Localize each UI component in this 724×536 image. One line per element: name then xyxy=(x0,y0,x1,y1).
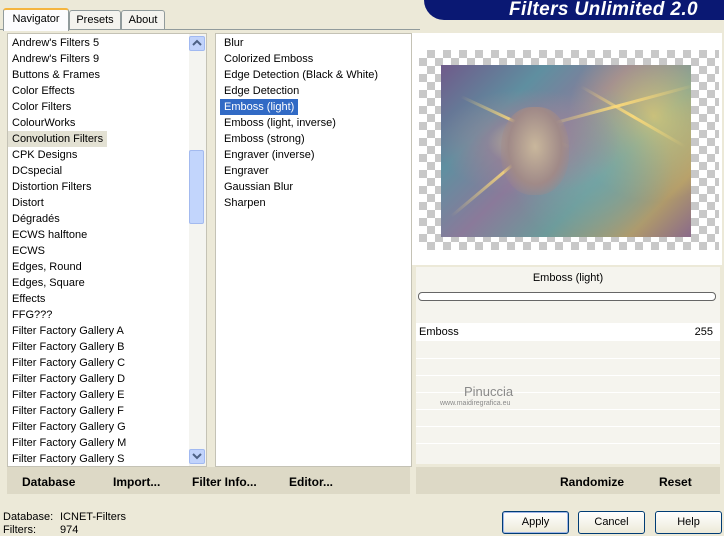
left-toolbar: Database Import... Filter Info... Editor… xyxy=(7,467,410,494)
category-item[interactable]: Filter Factory Gallery C xyxy=(8,355,129,371)
category-item[interactable]: Dégradés xyxy=(8,211,64,227)
randomize-button[interactable]: Randomize xyxy=(560,475,624,489)
category-item[interactable]: FFG??? xyxy=(8,307,56,323)
progress-slider xyxy=(418,292,716,301)
reset-button[interactable]: Reset xyxy=(659,475,692,489)
filter-item[interactable]: Engraver (inverse) xyxy=(220,147,318,163)
filter-item[interactable]: Engraver xyxy=(220,163,273,179)
face-image xyxy=(501,107,569,195)
status-database-value: ICNET-Filters xyxy=(60,511,126,523)
filter-info-button[interactable]: Filter Info... xyxy=(192,475,257,489)
category-item[interactable]: Buttons & Frames xyxy=(8,67,104,83)
title-banner: Filters Unlimited 2.0 xyxy=(424,0,724,20)
parameter-label: Emboss xyxy=(419,326,459,338)
category-item[interactable]: Filter Factory Gallery S xyxy=(8,451,128,466)
cancel-button[interactable]: Cancel xyxy=(578,511,645,534)
filter-item[interactable]: Blur xyxy=(220,35,248,51)
chevron-down-icon xyxy=(192,453,202,460)
filter-name: Emboss (light) xyxy=(532,272,604,284)
filter-item[interactable]: Emboss (light, inverse) xyxy=(220,115,340,131)
category-item[interactable]: Filter Factory Gallery A xyxy=(8,323,128,339)
category-item[interactable]: Filter Factory Gallery B xyxy=(8,339,128,355)
category-item[interactable]: Andrew's Filters 9 xyxy=(8,51,103,67)
filter-item[interactable]: Sharpen xyxy=(220,195,270,211)
help-button[interactable]: Help xyxy=(655,511,722,534)
category-item[interactable]: Color Filters xyxy=(8,99,75,115)
database-button[interactable]: Database xyxy=(22,475,75,489)
preview-image xyxy=(441,65,691,237)
category-item[interactable]: Filter Factory Gallery E xyxy=(8,387,128,403)
category-item[interactable]: Effects xyxy=(8,291,49,307)
category-item[interactable]: Filter Factory Gallery G xyxy=(8,419,130,435)
scroll-down-button[interactable] xyxy=(189,449,205,464)
filter-item[interactable]: Emboss (light) xyxy=(220,99,299,115)
category-item[interactable]: Distortion Filters xyxy=(8,179,95,195)
scroll-up-button[interactable] xyxy=(189,36,205,51)
app-title: Filters Unlimited 2.0 xyxy=(509,0,698,20)
watermark-url: www.maidiregrafica.eu xyxy=(440,400,511,407)
right-toolbar: Randomize Reset xyxy=(416,467,720,494)
chevron-up-icon xyxy=(192,39,202,46)
category-item[interactable]: Convolution Filters xyxy=(8,131,108,147)
parameter-row-emboss[interactable]: Emboss 255 xyxy=(416,324,720,341)
filter-list[interactable]: Blur Colorized Emboss Edge Detection (Blac… xyxy=(215,33,412,467)
category-item[interactable]: Filter Factory Gallery F xyxy=(8,403,128,419)
category-item[interactable]: CPK Designs xyxy=(8,147,81,163)
category-item[interactable]: ECWS xyxy=(8,243,49,259)
category-item[interactable]: Edges, Square xyxy=(8,275,89,291)
category-item[interactable]: Edges, Round xyxy=(8,259,86,275)
preview-checker xyxy=(419,50,719,250)
status-filters-label: Filters: xyxy=(3,524,36,536)
category-item[interactable]: Color Effects xyxy=(8,83,79,99)
category-item[interactable]: ColourWorks xyxy=(8,115,79,131)
category-item[interactable]: ECWS halftone xyxy=(8,227,91,243)
status-database-label: Database: xyxy=(3,511,54,523)
parameter-value: 255 xyxy=(694,326,713,338)
category-item[interactable]: Distort xyxy=(8,195,48,211)
category-item[interactable]: Andrew's Filters 5 xyxy=(8,35,103,51)
filter-item[interactable]: Edge Detection xyxy=(220,83,303,99)
filter-item[interactable]: Edge Detection (Black & White) xyxy=(220,67,382,83)
editor-button[interactable]: Editor... xyxy=(289,475,333,489)
tab-presets[interactable]: Presets xyxy=(69,10,121,29)
filter-item[interactable]: Colorized Emboss xyxy=(220,51,317,67)
tab-about[interactable]: About xyxy=(121,10,165,29)
apply-button[interactable]: Apply xyxy=(502,511,569,534)
category-item[interactable]: Filter Factory Gallery M xyxy=(8,435,130,451)
filter-item[interactable]: Gaussian Blur xyxy=(220,179,297,195)
filter-item[interactable]: Emboss (strong) xyxy=(220,131,309,147)
status-filters-value: 974 xyxy=(60,524,79,536)
watermark-name: Pinuccia xyxy=(464,384,514,399)
scroll-thumb[interactable] xyxy=(189,150,204,224)
tab-navigator[interactable]: Navigator xyxy=(3,8,69,31)
category-list[interactable]: Andrew's Filters 5 Andrew's Filters 9 Butt… xyxy=(7,33,207,467)
category-item[interactable]: Filter Factory Gallery D xyxy=(8,371,129,387)
category-item[interactable]: DCspecial xyxy=(8,163,66,179)
import-button[interactable]: Import... xyxy=(113,475,160,489)
category-scrollbar[interactable] xyxy=(189,34,206,466)
